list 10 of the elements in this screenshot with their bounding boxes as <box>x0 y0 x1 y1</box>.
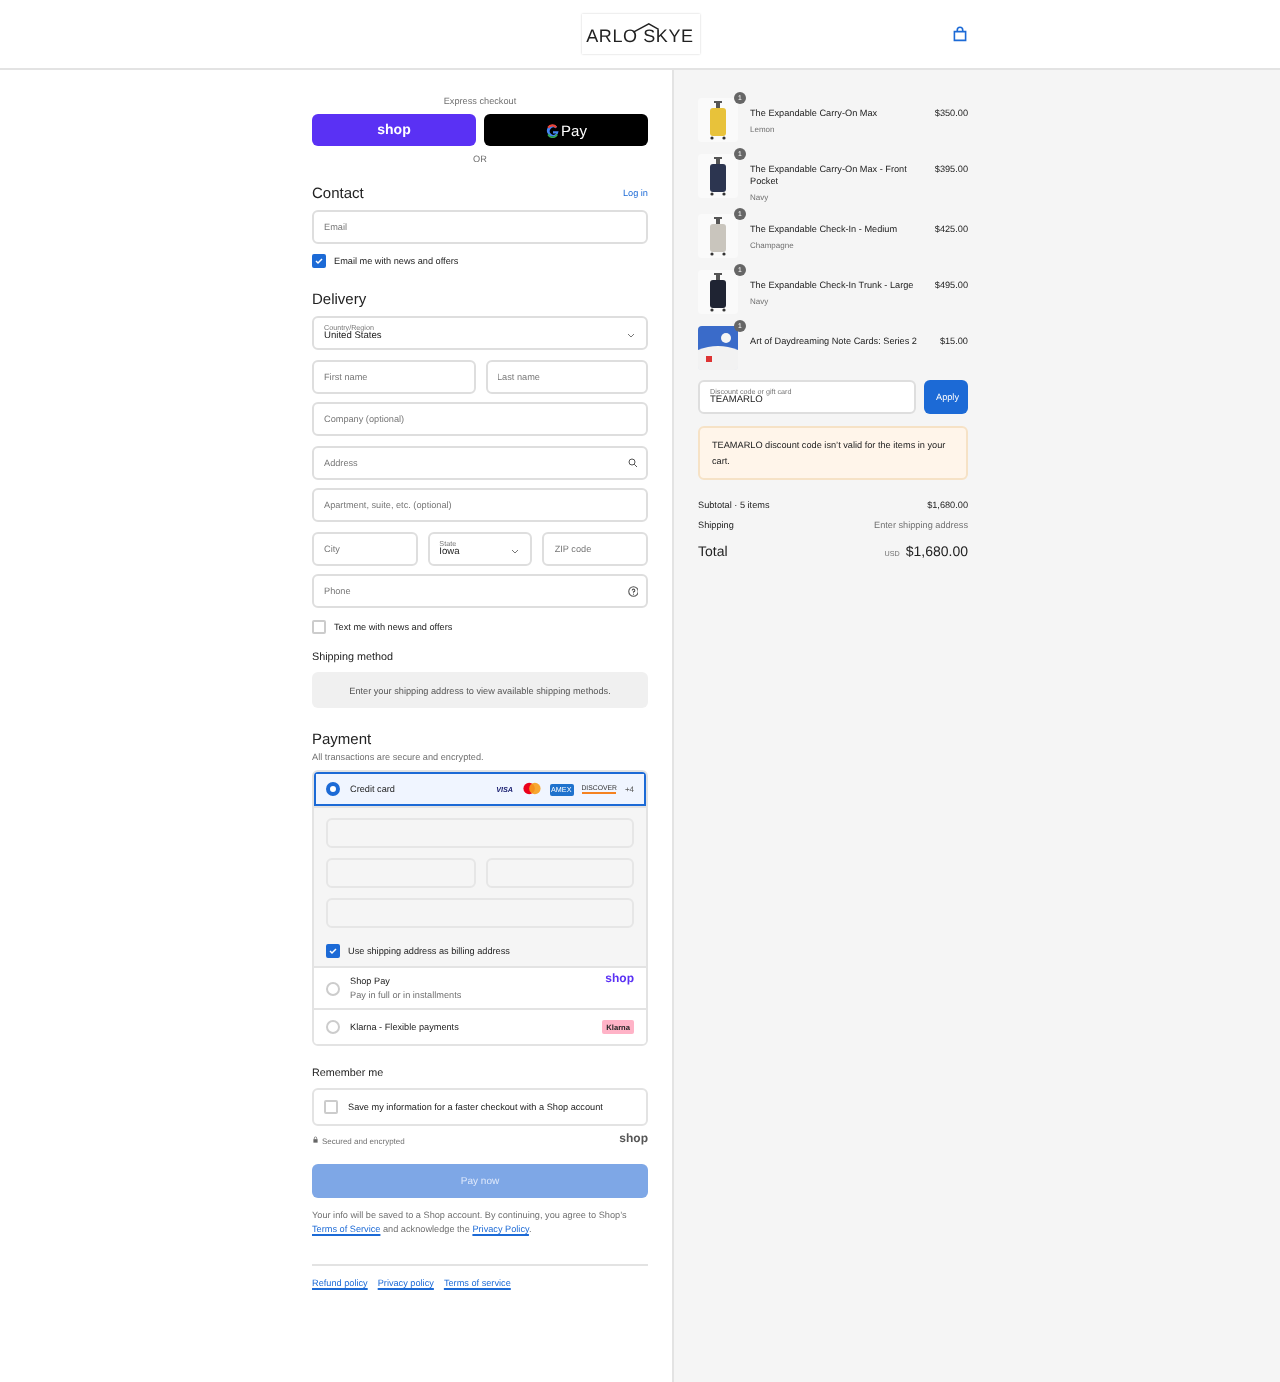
logo[interactable]: ARLO SKYE <box>581 14 699 54</box>
checkbox[interactable] <box>326 944 340 958</box>
g-logo-icon <box>545 123 560 137</box>
help-icon[interactable] <box>627 586 638 597</box>
checkbox[interactable] <box>312 254 326 268</box>
search-icon <box>628 457 638 467</box>
mastercard-icon <box>521 782 542 796</box>
radio-button[interactable] <box>326 782 340 796</box>
lock-icon <box>312 1136 319 1144</box>
shopping-bag-icon[interactable] <box>952 26 968 42</box>
